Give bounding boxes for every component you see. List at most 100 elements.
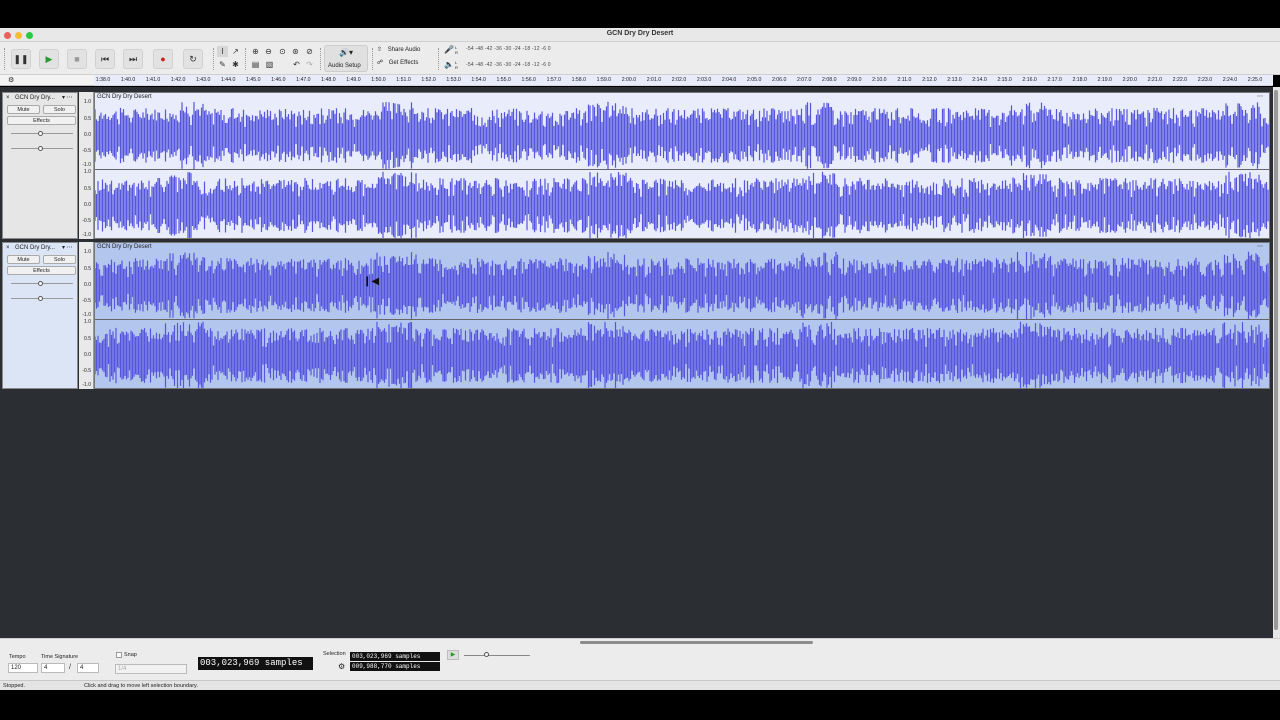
clip-name[interactable]: GCN Dry Dry Desert (95, 243, 1269, 251)
pause-button[interactable]: ❚❚ (11, 49, 31, 69)
timeline-ruler[interactable]: ⚙ 1:38.0 1:40.0 1:41.0 1:42.0 1:43.0 1:44.0 1:… (0, 75, 1273, 86)
snap-checkbox[interactable] (116, 652, 122, 658)
clip-name[interactable]: GCN Dry Dry Desert (95, 93, 1269, 101)
play-meter-lr: LR (455, 60, 458, 70)
microphone-icon[interactable]: 🎤 (444, 45, 454, 54)
ruler-tick-label: 2:08.0 (822, 77, 837, 83)
ruler-tick-label: 2:12.0 (922, 77, 937, 83)
right-channel[interactable] (95, 321, 1269, 388)
tempo-label: Tempo (9, 654, 26, 660)
clip-menu-icon[interactable]: ⋯ (1257, 93, 1263, 100)
ruler-tick-label: 1:47.0 (296, 77, 311, 83)
track-control-panel[interactable]: × GCN Dry Dry... ▾ ⋯ Mute Solo Effects (2, 92, 78, 239)
ruler-tick-label: 1:42.0 (170, 77, 186, 83)
get-effects-button[interactable]: ☍ Get Effects (377, 59, 433, 70)
redo-icon[interactable]: ↷ (304, 59, 315, 70)
stop-button[interactable]: ■ (67, 49, 87, 69)
scale-label: 1.0 (84, 249, 91, 255)
fit-selection-icon[interactable]: ⊙ (277, 46, 288, 57)
toolbar-grip[interactable] (213, 48, 216, 70)
skip-to-end-button[interactable]: ⏭ (123, 49, 143, 69)
audio-clip[interactable]: GCN Dry Dry Desert ⋯ (94, 92, 1270, 239)
vertical-scale[interactable]: 1.0 0.5 0.0 -0.5 -1.0 1.0 0.5 0.0 -0.5 -… (79, 92, 94, 239)
waveform-path (95, 171, 1269, 238)
solo-button[interactable]: Solo (43, 255, 76, 264)
ruler-tick-label: 2:23.0 (1197, 77, 1213, 83)
track-name[interactable]: GCN Dry Dry... (15, 95, 55, 101)
skip-to-start-icon: ⏮ (100, 53, 110, 64)
ruler-settings-icon[interactable]: ⚙ (8, 76, 14, 84)
gain-slider-knob[interactable] (38, 281, 43, 286)
track-menu-icon[interactable]: ▾ ⋯ (62, 94, 73, 101)
record-meter[interactable]: -54 -48 -42 -36 -30 -24 -18 -12 -6 0 (466, 46, 551, 55)
track-control-panel[interactable]: × GCN Dry Dry... ▾ ⋯ Mute Solo Effects (2, 242, 78, 389)
zoom-out-icon[interactable]: ⊖ (263, 46, 274, 57)
vertical-scroll-thumb[interactable] (1274, 90, 1278, 630)
silence-selection-icon[interactable]: ▧ (264, 59, 275, 70)
pan-slider-knob[interactable] (38, 296, 43, 301)
toolbar-grip[interactable] (4, 48, 7, 70)
play-meter-speaker-icon[interactable]: 🔈 (444, 60, 454, 69)
left-channel[interactable] (95, 251, 1269, 320)
snap-label: Snap (124, 652, 137, 658)
selection-settings-icon[interactable]: ⚙ (338, 662, 345, 671)
effects-button[interactable]: Effects (7, 116, 76, 125)
effects-button[interactable]: Effects (7, 266, 76, 275)
waveform-path (95, 251, 1269, 320)
time-signature-denominator[interactable]: 4 (77, 663, 99, 673)
mute-button[interactable]: Mute (7, 255, 40, 264)
ruler-tick-label: 1:51.0 (396, 77, 411, 83)
gain-slider-knob[interactable] (38, 131, 43, 136)
track-name[interactable]: GCN Dry Dry... (15, 245, 55, 251)
waveform (95, 171, 1269, 238)
share-audio-button[interactable]: ⇧ Share Audio (377, 46, 433, 57)
selection-tool-icon[interactable]: I (217, 46, 228, 57)
right-channel[interactable] (95, 171, 1269, 238)
play-button[interactable]: ▶ (39, 49, 59, 69)
scale-label: -1.0 (82, 162, 91, 168)
selection-end-display[interactable]: 009,988,770 samples (350, 662, 440, 671)
playback-meter[interactable]: -54 -48 -42 -36 -30 -24 -18 -12 -6 0 (466, 62, 551, 71)
tempo-field[interactable]: 120 (8, 663, 38, 673)
time-signature-numerator[interactable]: 4 (41, 663, 65, 673)
toolbar-grip[interactable] (320, 48, 323, 70)
record-button[interactable]: ● (153, 49, 173, 69)
toolbar-grip[interactable] (372, 48, 375, 70)
pan-slider-knob[interactable] (38, 146, 43, 151)
waveform (95, 101, 1269, 170)
audio-clip[interactable]: GCN Dry Dry Desert ⋯ (94, 242, 1270, 389)
skip-to-start-button[interactable]: ⏮ (95, 49, 115, 69)
toolbar-grip[interactable] (438, 48, 441, 70)
track-menu-icon[interactable]: ▾ ⋯ (62, 244, 73, 251)
zoom-in-icon[interactable]: ⊕ (250, 46, 261, 57)
playback-speed-slider[interactable] (464, 655, 530, 656)
vertical-scale[interactable]: 1.0 0.5 0.0 -0.5 -1.0 1.0 0.5 0.0 -0.5 -… (79, 242, 94, 389)
zoom-toggle-icon[interactable]: ⊘ (304, 46, 315, 57)
fit-project-icon[interactable]: ⊛ (290, 46, 301, 57)
audio-position-display[interactable]: 003,023,969 samples (198, 657, 313, 670)
play-at-speed-button[interactable]: ▶ (447, 650, 459, 660)
ruler-tick-label: 2:02.0 (671, 77, 687, 83)
scale-label: 0.5 (84, 266, 91, 272)
toolbar-grip[interactable] (245, 48, 248, 70)
horizontal-scroll-thumb[interactable] (580, 641, 813, 644)
mute-button[interactable]: Mute (7, 105, 40, 114)
snap-select[interactable]: 1/4 (115, 664, 187, 674)
close-track-icon[interactable]: × (6, 95, 10, 101)
playback-speed-knob[interactable] (484, 652, 489, 657)
vertical-scrollbar[interactable] (1273, 87, 1280, 638)
undo-icon[interactable]: ↶ (291, 59, 302, 70)
draw-tool-icon[interactable]: ✎ (217, 59, 228, 70)
ruler-tick-label: 2:19.0 (1097, 77, 1112, 83)
envelope-tool-icon[interactable]: ↗ (230, 46, 241, 57)
trim-outside-icon[interactable]: ▤ (250, 59, 261, 70)
multi-tool-icon[interactable]: ✱ (230, 59, 241, 70)
upload-icon: ⇧ (377, 47, 383, 53)
loop-button[interactable]: ↻ (183, 49, 203, 69)
audio-setup-button[interactable]: 🔊▾ Audio Setup (324, 45, 368, 72)
solo-button[interactable]: Solo (43, 105, 76, 114)
close-track-icon[interactable]: × (6, 245, 10, 251)
clip-menu-icon[interactable]: ⋯ (1257, 243, 1263, 250)
left-channel[interactable] (95, 101, 1269, 170)
selection-start-display[interactable]: 003,023,969 samples (350, 652, 440, 661)
